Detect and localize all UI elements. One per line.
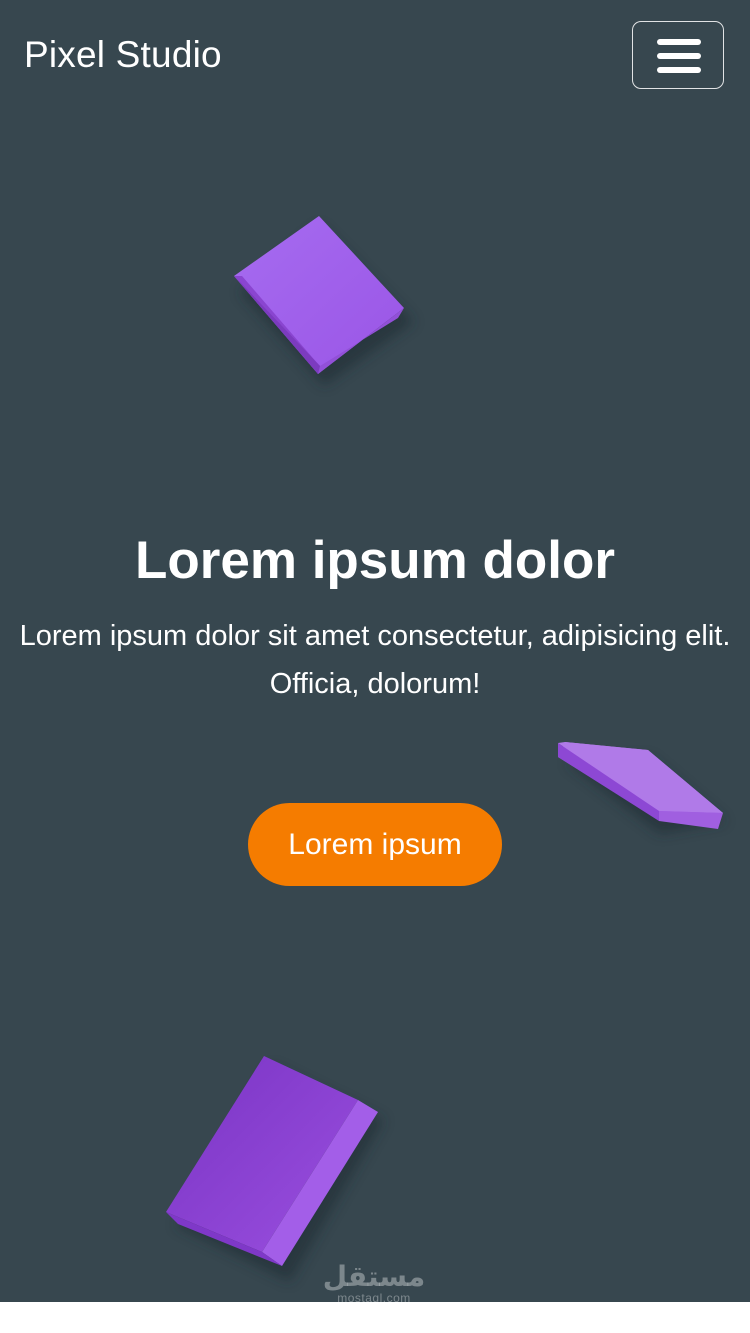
brand-logo-text[interactable]: Pixel Studio (24, 32, 222, 78)
purple-block-top (234, 216, 414, 386)
watermark: مستقل mostaql.com (322, 1260, 426, 1303)
watermark-latin: mostaql.com (337, 1291, 411, 1302)
hero-description: Lorem ipsum dolor sit amet consectetur, … (19, 620, 731, 700)
purple-block-right (558, 742, 726, 834)
cta-button[interactable]: Lorem ipsum (248, 803, 502, 886)
purple-block-bottom (166, 1056, 384, 1282)
watermark-arabic: مستقل (322, 1260, 426, 1293)
menu-toggle-button[interactable] (632, 21, 724, 89)
hero-title: Lorem ipsum dolor (135, 531, 615, 590)
hero-section: Pixel Studio Lorem ipsum dolor Lorem ips… (0, 0, 750, 1302)
